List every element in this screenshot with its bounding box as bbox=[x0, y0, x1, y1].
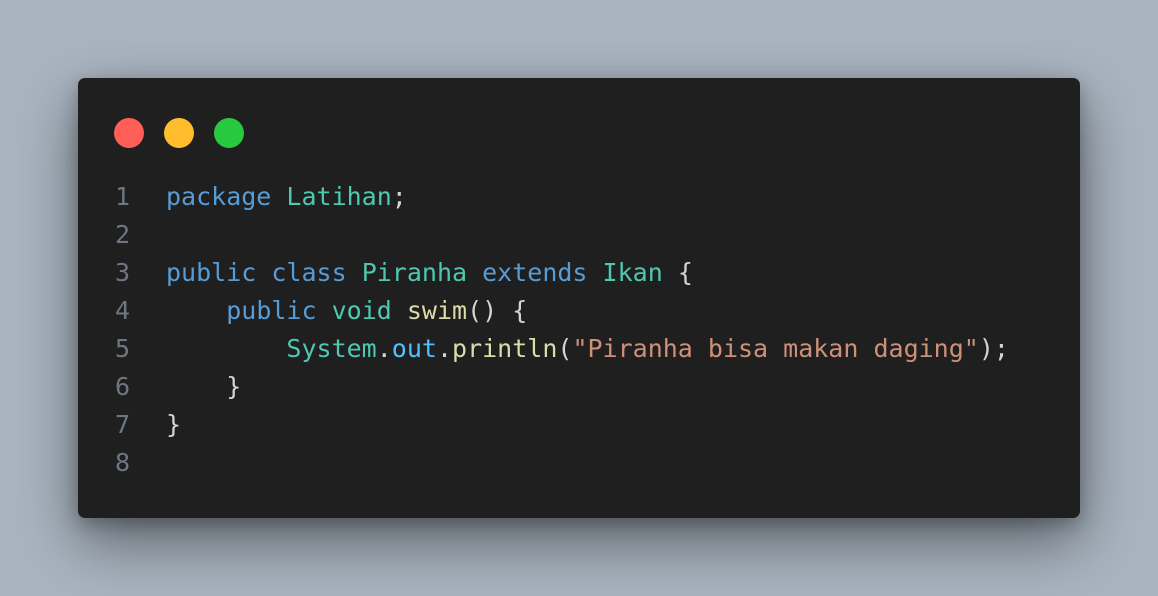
code-token: . bbox=[436, 334, 453, 363]
close-button[interactable] bbox=[114, 118, 144, 148]
line-number: 7 bbox=[114, 410, 130, 439]
code-token: swim bbox=[406, 296, 468, 325]
code-line: 5 System.out.println("Piranha bisa makan… bbox=[78, 330, 1009, 368]
minimize-button[interactable] bbox=[164, 118, 194, 148]
code-token: void bbox=[331, 296, 392, 325]
code-line: 3 public class Piranha extends Ikan { bbox=[78, 254, 1009, 292]
line-number: 2 bbox=[114, 220, 130, 249]
code-token: } bbox=[166, 372, 242, 401]
line-number: 4 bbox=[114, 296, 130, 325]
line-number: 3 bbox=[114, 258, 130, 287]
line-number: 6 bbox=[114, 372, 130, 401]
code-line: 8 bbox=[78, 444, 1009, 482]
code-token: extends bbox=[482, 258, 588, 287]
line-source: } bbox=[166, 406, 181, 444]
line-number: 1 bbox=[114, 182, 130, 211]
code-token: () { bbox=[467, 296, 528, 325]
code-line: 2 bbox=[78, 216, 1009, 254]
maximize-button[interactable] bbox=[214, 118, 244, 148]
code-token: Ikan bbox=[602, 258, 663, 287]
line-source: System.out.println("Piranha bisa makan d… bbox=[166, 330, 1009, 368]
code-token: { bbox=[662, 258, 693, 287]
code-token: ); bbox=[978, 334, 1009, 363]
line-source: package Latihan; bbox=[166, 178, 407, 216]
code-line: 1 package Latihan; bbox=[78, 178, 1009, 216]
line-number: 5 bbox=[114, 334, 130, 363]
code-window: 1 package Latihan; 2 3 public class Piranha … bbox=[78, 78, 1080, 518]
code-token: package bbox=[166, 182, 272, 211]
code-token: "Piranha bisa makan daging" bbox=[572, 334, 979, 363]
code-token: . bbox=[376, 334, 392, 363]
code-editor: 1 package Latihan; 2 3 public class Piranha … bbox=[78, 178, 1009, 482]
code-line: 4 public void swim() { bbox=[78, 292, 1009, 330]
line-source: } bbox=[166, 368, 241, 406]
code-token: } bbox=[166, 410, 182, 439]
code-line: 6 } bbox=[78, 368, 1009, 406]
code-token: public bbox=[226, 296, 317, 325]
code-token: println bbox=[452, 334, 558, 363]
line-number: 8 bbox=[114, 448, 130, 477]
code-token: out bbox=[391, 334, 437, 363]
code-token: ( bbox=[557, 334, 573, 363]
line-source: public void swim() { bbox=[166, 292, 527, 330]
code-line: 7} bbox=[78, 406, 1009, 444]
code-token: Piranha bbox=[361, 258, 468, 287]
code-token: public bbox=[166, 258, 257, 287]
code-token: ; bbox=[391, 182, 407, 211]
code-token: Latihan bbox=[286, 182, 392, 211]
code-token: System bbox=[286, 334, 377, 363]
line-source: public class Piranha extends Ikan { bbox=[166, 254, 693, 292]
code-token: class bbox=[271, 258, 347, 287]
